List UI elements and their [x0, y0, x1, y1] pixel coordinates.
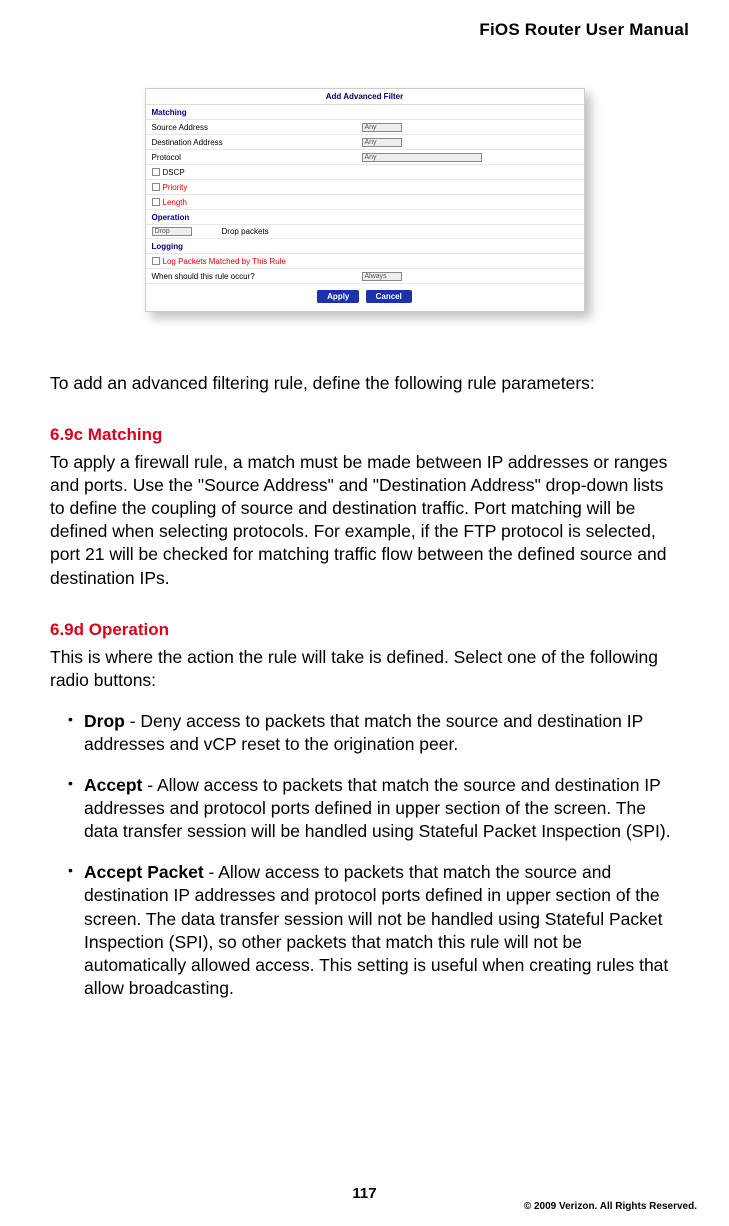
- cancel-button: Cancel: [366, 290, 412, 303]
- ss-label-operation: Operation: [152, 213, 190, 222]
- ss-label-logging: Logging: [152, 242, 184, 251]
- ss-select-source: Any: [362, 123, 402, 132]
- rest-accept: - Allow access to packets that match the…: [84, 775, 671, 841]
- term-accept-packet: Accept Packet: [84, 862, 204, 882]
- body-operation: This is where the action the rule will t…: [50, 646, 679, 692]
- list-item: Accept - Allow access to packets that ma…: [68, 774, 679, 843]
- ss-label-logpackets: Log Packets Matched by This Rule: [163, 257, 286, 266]
- ss-row-matching: Matching: [146, 105, 584, 120]
- ss-label-matching: Matching: [152, 108, 187, 117]
- ss-row-protocol: Protocol Any: [146, 150, 584, 165]
- ss-row-operation: Operation: [146, 210, 584, 225]
- term-drop: Drop: [84, 711, 125, 731]
- ss-select-drop: Drop: [152, 227, 192, 236]
- ss-select-dest: Any: [362, 138, 402, 147]
- ss-row-logpackets: Log Packets Matched by This Rule: [146, 254, 584, 269]
- ss-label-priority: Priority: [163, 183, 188, 192]
- rest-drop: - Deny access to packets that match the …: [84, 711, 643, 754]
- list-item: Drop - Deny access to packets that match…: [68, 710, 679, 756]
- copyright-text: © 2009 Verizon. All Rights Reserved.: [524, 1201, 697, 1212]
- ss-label-droppackets: Drop packets: [222, 227, 269, 236]
- page-header-title: FiOS Router User Manual: [50, 20, 689, 40]
- apply-button: Apply: [317, 290, 359, 303]
- screenshot-title: Add Advanced Filter: [146, 89, 584, 105]
- ss-label-when: When should this rule occur?: [152, 272, 362, 281]
- checkbox-icon: [152, 257, 160, 265]
- checkbox-icon: [152, 183, 160, 191]
- ss-row-dscp: DSCP: [146, 165, 584, 180]
- ss-label-dscp: DSCP: [163, 168, 185, 177]
- term-accept: Accept: [84, 775, 142, 795]
- ss-label-source: Source Address: [152, 123, 362, 132]
- heading-operation: 6.9d Operation: [50, 620, 679, 640]
- ss-row-when: When should this rule occur? Always: [146, 269, 584, 284]
- ss-select-when: Always: [362, 272, 402, 281]
- operation-list: Drop - Deny access to packets that match…: [50, 710, 679, 1000]
- ss-row-logging: Logging: [146, 239, 584, 254]
- intro-paragraph: To add an advanced filtering rule, defin…: [50, 372, 679, 395]
- body-matching: To apply a firewall rule, a match must b…: [50, 451, 679, 590]
- ss-button-row: Apply Cancel: [146, 284, 584, 311]
- ss-op-content: Drop Drop packets: [146, 225, 584, 239]
- list-item: Accept Packet - Allow access to packets …: [68, 861, 679, 1000]
- ss-label-dest: Destination Address: [152, 138, 362, 147]
- embedded-screenshot: Add Advanced Filter Matching Source Addr…: [145, 88, 585, 312]
- rest-accept-packet: - Allow access to packets that match the…: [84, 862, 668, 997]
- ss-row-dest: Destination Address Any: [146, 135, 584, 150]
- ss-row-priority: Priority: [146, 180, 584, 195]
- ss-row-length: Length: [146, 195, 584, 210]
- heading-matching: 6.9c Matching: [50, 425, 679, 445]
- checkbox-icon: [152, 198, 160, 206]
- ss-select-protocol: Any: [362, 153, 482, 162]
- ss-label-protocol: Protocol: [152, 153, 362, 162]
- page-number: 117: [0, 1185, 729, 1202]
- ss-row-source: Source Address Any: [146, 120, 584, 135]
- ss-label-length: Length: [163, 198, 187, 207]
- checkbox-icon: [152, 168, 160, 176]
- manual-page: FiOS Router User Manual Add Advanced Fil…: [0, 0, 729, 1000]
